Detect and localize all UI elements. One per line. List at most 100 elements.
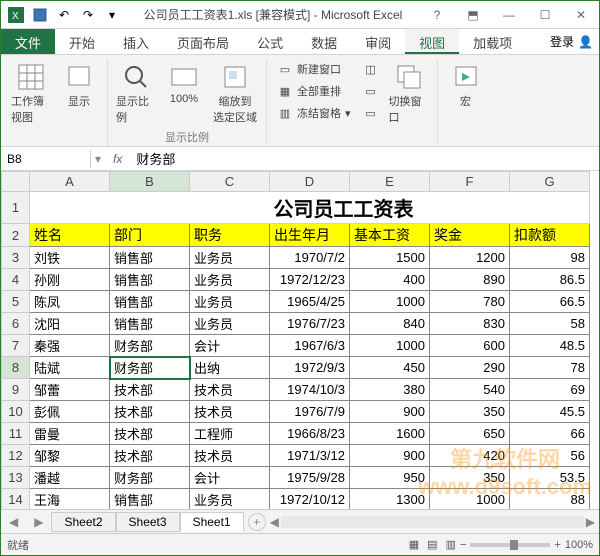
cell[interactable]: 1500 bbox=[350, 247, 430, 269]
row-header[interactable]: 9 bbox=[2, 379, 30, 401]
row-header[interactable]: 14 bbox=[2, 489, 30, 510]
cell[interactable]: 650 bbox=[430, 423, 510, 445]
cell[interactable]: 53.5 bbox=[510, 467, 590, 489]
col-header[interactable]: F bbox=[430, 172, 510, 192]
row-header[interactable]: 1 bbox=[2, 192, 30, 224]
cell[interactable]: 88 bbox=[510, 489, 590, 510]
cell[interactable]: 56 bbox=[510, 445, 590, 467]
cell[interactable]: 600 bbox=[430, 335, 510, 357]
cell[interactable]: 380 bbox=[350, 379, 430, 401]
cell[interactable]: 66 bbox=[510, 423, 590, 445]
cell[interactable]: 技术员 bbox=[190, 401, 270, 423]
maximize-button[interactable]: ☐ bbox=[531, 4, 559, 26]
hscroll-left[interactable]: ◀ bbox=[270, 515, 279, 529]
cell[interactable]: 秦强 bbox=[30, 335, 110, 357]
cell[interactable]: 潘越 bbox=[30, 467, 110, 489]
cell[interactable]: 雷曼 bbox=[30, 423, 110, 445]
cell[interactable]: 780 bbox=[430, 291, 510, 313]
col-header[interactable]: E bbox=[350, 172, 430, 192]
cell[interactable]: 540 bbox=[430, 379, 510, 401]
unhide-button[interactable]: ▭ bbox=[359, 103, 383, 123]
cell[interactable]: 1970/7/2 bbox=[270, 247, 350, 269]
cell[interactable]: 1600 bbox=[350, 423, 430, 445]
cell[interactable]: 财务部 bbox=[110, 335, 190, 357]
arrange-all-button[interactable]: ▦全部重排 bbox=[273, 81, 355, 101]
freeze-panes-button[interactable]: ▥冻结窗格 ▾ bbox=[273, 103, 355, 123]
zoom-slider[interactable] bbox=[470, 543, 550, 547]
cell[interactable]: 950 bbox=[350, 467, 430, 489]
cell[interactable]: 58 bbox=[510, 313, 590, 335]
undo-icon[interactable]: ↶ bbox=[53, 4, 75, 26]
name-box[interactable]: B8 bbox=[1, 150, 91, 168]
cell[interactable]: 900 bbox=[350, 445, 430, 467]
cell[interactable]: 86.5 bbox=[510, 269, 590, 291]
table-header-cell[interactable]: 奖金 bbox=[430, 224, 510, 247]
cell[interactable]: 840 bbox=[350, 313, 430, 335]
row-header[interactable]: 10 bbox=[2, 401, 30, 423]
sheet-nav-prev[interactable]: ◀ bbox=[1, 515, 26, 529]
sheet-nav-next[interactable]: ▶ bbox=[26, 515, 51, 529]
table-header-cell[interactable]: 出生年月 bbox=[270, 224, 350, 247]
cell[interactable]: 78 bbox=[510, 357, 590, 379]
worksheet-grid[interactable]: ABCDEFG1公司员工工资表2姓名部门职务出生年月基本工资奖金扣款额3刘铁销售… bbox=[1, 171, 599, 509]
tab-data[interactable]: 数据 bbox=[297, 29, 351, 54]
cell[interactable]: 420 bbox=[430, 445, 510, 467]
cell[interactable]: 45.5 bbox=[510, 401, 590, 423]
excel-icon[interactable]: X bbox=[5, 4, 27, 26]
cell[interactable]: 业务员 bbox=[190, 291, 270, 313]
table-header-cell[interactable]: 基本工资 bbox=[350, 224, 430, 247]
hide-button[interactable]: ▭ bbox=[359, 81, 383, 101]
select-all-corner[interactable] bbox=[2, 172, 30, 192]
cell[interactable]: 业务员 bbox=[190, 247, 270, 269]
hscroll-right[interactable]: ▶ bbox=[586, 515, 595, 529]
cell[interactable]: 450 bbox=[350, 357, 430, 379]
cell[interactable]: 业务员 bbox=[190, 269, 270, 291]
view-normal-icon[interactable]: ▦ bbox=[405, 538, 423, 551]
tab-review[interactable]: 审阅 bbox=[351, 29, 405, 54]
cell[interactable]: 1300 bbox=[350, 489, 430, 510]
qat-dropdown-icon[interactable]: ▾ bbox=[101, 4, 123, 26]
row-header[interactable]: 2 bbox=[2, 224, 30, 247]
cell[interactable]: 1972/10/12 bbox=[270, 489, 350, 510]
switch-windows-button[interactable]: 切换窗口 bbox=[387, 59, 431, 127]
cell[interactable]: 1972/9/3 bbox=[270, 357, 350, 379]
cell[interactable]: 财务部 bbox=[110, 357, 190, 379]
fx-button[interactable]: fx bbox=[105, 152, 130, 166]
view-pagebreak-icon[interactable]: ▥ bbox=[442, 538, 460, 551]
sheet-tab[interactable]: Sheet2 bbox=[51, 512, 115, 532]
row-header[interactable]: 4 bbox=[2, 269, 30, 291]
cell[interactable]: 890 bbox=[430, 269, 510, 291]
row-header[interactable]: 7 bbox=[2, 335, 30, 357]
workbook-views-button[interactable]: 工作簿视图 bbox=[9, 59, 53, 127]
cell[interactable]: 1966/8/23 bbox=[270, 423, 350, 445]
zoom-level[interactable]: 100% bbox=[565, 539, 593, 551]
row-header[interactable]: 8 bbox=[2, 357, 30, 379]
cell[interactable]: 技术部 bbox=[110, 445, 190, 467]
tab-formula[interactable]: 公式 bbox=[243, 29, 297, 54]
cell[interactable]: 会计 bbox=[190, 467, 270, 489]
tab-file[interactable]: 文件 bbox=[1, 29, 55, 54]
cell[interactable]: 1200 bbox=[430, 247, 510, 269]
col-header[interactable]: D bbox=[270, 172, 350, 192]
cell[interactable]: 1965/4/25 bbox=[270, 291, 350, 313]
cell[interactable]: 销售部 bbox=[110, 269, 190, 291]
cell[interactable]: 350 bbox=[430, 467, 510, 489]
cell[interactable]: 技术部 bbox=[110, 401, 190, 423]
new-window-button[interactable]: ▭新建窗口 bbox=[273, 59, 355, 79]
cell[interactable]: 邹蕾 bbox=[30, 379, 110, 401]
cell[interactable]: 技术员 bbox=[190, 445, 270, 467]
zoom-in-button[interactable]: + bbox=[554, 539, 560, 551]
cell[interactable]: 98 bbox=[510, 247, 590, 269]
cell[interactable]: 1967/6/3 bbox=[270, 335, 350, 357]
table-header-cell[interactable]: 姓名 bbox=[30, 224, 110, 247]
close-button[interactable]: ✕ bbox=[567, 4, 595, 26]
col-header[interactable]: A bbox=[30, 172, 110, 192]
tab-home[interactable]: 开始 bbox=[55, 29, 109, 54]
row-header[interactable]: 11 bbox=[2, 423, 30, 445]
zoom-100-button[interactable]: 100% bbox=[162, 59, 206, 107]
cell[interactable]: 销售部 bbox=[110, 489, 190, 510]
signin-link[interactable]: 登录 bbox=[550, 33, 574, 50]
col-header[interactable]: C bbox=[190, 172, 270, 192]
row-header[interactable]: 6 bbox=[2, 313, 30, 335]
cell[interactable]: 销售部 bbox=[110, 247, 190, 269]
